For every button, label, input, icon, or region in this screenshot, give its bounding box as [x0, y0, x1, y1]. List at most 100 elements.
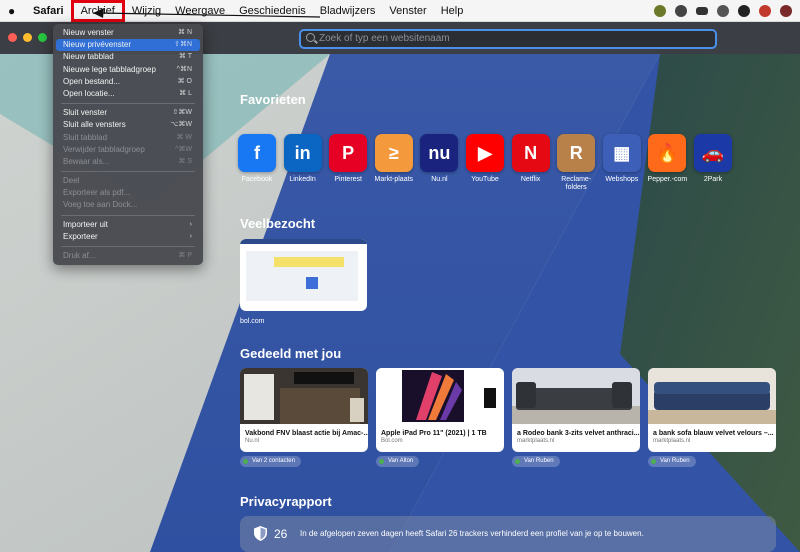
menu-item[interactable]: Sluit alle vensters ⌥⌘W — [56, 119, 200, 131]
window-controls — [8, 33, 47, 42]
frequently-visited-tile[interactable] — [240, 239, 367, 311]
shared-card-title: a Rodeo bank 3-zits velvet anthraci... — [517, 430, 640, 437]
favorite-item[interactable]: N Netflix — [508, 134, 554, 184]
status-icon-7[interactable] — [780, 4, 792, 17]
status-icon-1[interactable] — [654, 4, 666, 17]
favorite-item[interactable]: ▶ YouTube — [462, 134, 508, 184]
menu-item-label: Nieuw privévenster — [63, 40, 132, 50]
favorite-icon: ≥ — [374, 134, 413, 172]
favorite-item[interactable]: P Pinterest — [325, 134, 371, 184]
favorite-icon: N — [511, 134, 550, 172]
search-icon — [306, 33, 315, 42]
close-window-icon[interactable] — [8, 33, 17, 42]
menu-wijzig[interactable]: Wijzig — [125, 0, 168, 22]
zoom-window-icon[interactable] — [38, 33, 47, 42]
favorite-item[interactable]: in LinkedIn — [280, 134, 326, 184]
help-icon[interactable] — [738, 4, 750, 17]
menu-item[interactable]: Open bestand... ⌘ O — [56, 76, 200, 88]
menu-item-label: Nieuw tabblad — [63, 52, 114, 62]
favorite-icon: ▶ — [466, 134, 504, 172]
status-icon-2[interactable] — [675, 4, 687, 17]
menu-archief[interactable]: Archief — [70, 0, 125, 22]
menu-item[interactable]: Open locatie... ⌘ L — [56, 88, 200, 100]
menu-item: Verwijder tabbladgroep ^⌘W — [56, 144, 200, 156]
tracker-count: 26 — [274, 527, 288, 541]
shared-title: Gedeeld met jou — [240, 346, 342, 361]
favorite-label: Pepper.-com — [647, 176, 688, 183]
menu-separator — [61, 171, 195, 173]
thumbnail-header — [240, 239, 367, 244]
shared-from-chip[interactable]: Van Ruben — [512, 456, 560, 467]
shared-card-title: Vakbond FNV blaast actie bij Amac-... — [245, 430, 368, 437]
menu-weergave[interactable]: Weergave — [168, 0, 232, 22]
menu-item[interactable]: Nieuw tabblad ⌘ T — [56, 51, 200, 63]
status-icon-4[interactable] — [717, 4, 729, 17]
menu-item[interactable]: Sluit venster ⇧⌘W — [56, 107, 200, 119]
favorite-item[interactable]: 🔥 Pepper.-com — [644, 134, 690, 184]
menu-item[interactable]: Nieuwe lege tabbladgroep ^⌘N — [56, 64, 200, 76]
menu-venster[interactable]: Venster — [382, 0, 433, 22]
shared-card[interactable]: a bank sofa blauw velvet velours –... ma… — [648, 368, 776, 452]
menu-item-shortcut: ⇧⌘N — [174, 41, 192, 49]
shared-card[interactable]: Apple iPad Pro 11" (2021) | 1 TB Bol.com — [376, 368, 504, 452]
menu-bladwijzers[interactable]: Bladwijzers — [313, 0, 383, 22]
favorite-label: Netflix — [520, 176, 541, 183]
shared-card-image — [648, 368, 776, 424]
shared-card[interactable]: Vakbond FNV blaast actie bij Amac-... Nu… — [240, 368, 368, 452]
archief-menu: Nieuw venster ⌘ N Nieuw privévenster ⇧⌘N Nie… — [53, 24, 203, 265]
favorite-icon: R — [557, 134, 596, 172]
favorite-label: Pinterest — [334, 176, 362, 183]
favorite-icon: f — [238, 134, 276, 172]
menu-item-label: Voeg toe aan Dock... — [63, 200, 138, 210]
favorite-item[interactable]: f Facebook — [234, 134, 280, 184]
menu-app-name[interactable]: Safari — [26, 0, 71, 22]
favorite-item[interactable]: ≥ Markt-plaats — [371, 134, 417, 184]
menu-item: Sluit tabblad ⌘ W — [56, 132, 200, 144]
apple-logo-icon[interactable]: ● — [8, 4, 26, 18]
privacy-report-panel[interactable]: 26 In de afgelopen zeven dagen heeft Saf… — [240, 516, 776, 552]
privacy-text: In de afgelopen zeven dagen heeft Safari… — [300, 529, 644, 538]
search-input[interactable]: Zoek of typ een websitenaam — [299, 29, 717, 49]
shared-card-source: marktplaats.nl — [517, 438, 555, 444]
menu-item[interactable]: Nieuw venster ⌘ N — [56, 27, 200, 39]
menu-separator — [61, 103, 195, 105]
menu-separator — [61, 246, 195, 247]
menu-item[interactable]: Exporteer › — [56, 231, 200, 243]
menu-item-shortcut: ⌥⌘W — [170, 121, 192, 129]
menu-bar: ● Safari Archief Wijzig Weergave Geschie… — [0, 0, 800, 22]
menu-item-shortcut: ⌘ N — [178, 29, 192, 36]
menu-item-label: Sluit venster — [63, 108, 108, 118]
favorite-item[interactable]: ▦ Webshops — [599, 134, 645, 184]
shared-card-source: Bol.com — [381, 438, 403, 444]
favorite-item[interactable]: R Reclame-folders — [553, 134, 599, 192]
favorite-label: YouTube — [471, 176, 499, 183]
favorite-icon: ▦ — [602, 134, 641, 172]
menu-item-label: Sluit tabblad — [63, 132, 108, 142]
status-area — [654, 4, 800, 17]
menu-separator — [61, 214, 195, 216]
menu-item[interactable]: Importeer uit › — [56, 219, 200, 231]
menu-item-label: Open locatie... — [63, 88, 115, 98]
menu-item[interactable]: Nieuw privévenster ⇧⌘N — [56, 39, 200, 52]
favorite-item[interactable]: 🚗 2Park — [690, 134, 736, 184]
menu-item-shortcut: › — [189, 220, 192, 228]
favorite-item[interactable]: nu Nu.nl — [416, 134, 462, 184]
status-icon-6[interactable] — [759, 4, 771, 17]
menu-geschiedenis[interactable]: Geschiedenis — [232, 0, 313, 22]
favorite-icon: P — [329, 134, 368, 172]
shared-from-chip[interactable]: Van Ruben — [648, 456, 696, 467]
menu-item-shortcut: ⇧⌘W — [172, 109, 192, 117]
menu-help[interactable]: Help — [434, 0, 471, 22]
menu-item-shortcut: ⌘ W — [176, 133, 192, 141]
shared-from-chip[interactable]: Van 2 contacten — [240, 456, 301, 467]
shared-from-chip[interactable]: Van Alton — [376, 456, 420, 467]
favorite-label: Webshops — [605, 176, 639, 183]
shared-card-source: Nu.nl — [245, 438, 260, 444]
minimize-window-icon[interactable] — [23, 33, 32, 42]
favorites-title: Favorieten — [240, 92, 306, 107]
menu-item: Bewaar als... ⌘ S — [56, 156, 200, 168]
menu-item-label: Deel — [63, 176, 80, 186]
menu-item-label: Druk af... — [63, 251, 96, 260]
cloud-icon[interactable] — [696, 6, 708, 15]
shared-card[interactable]: a Rodeo bank 3-zits velvet anthraci... m… — [512, 368, 640, 452]
